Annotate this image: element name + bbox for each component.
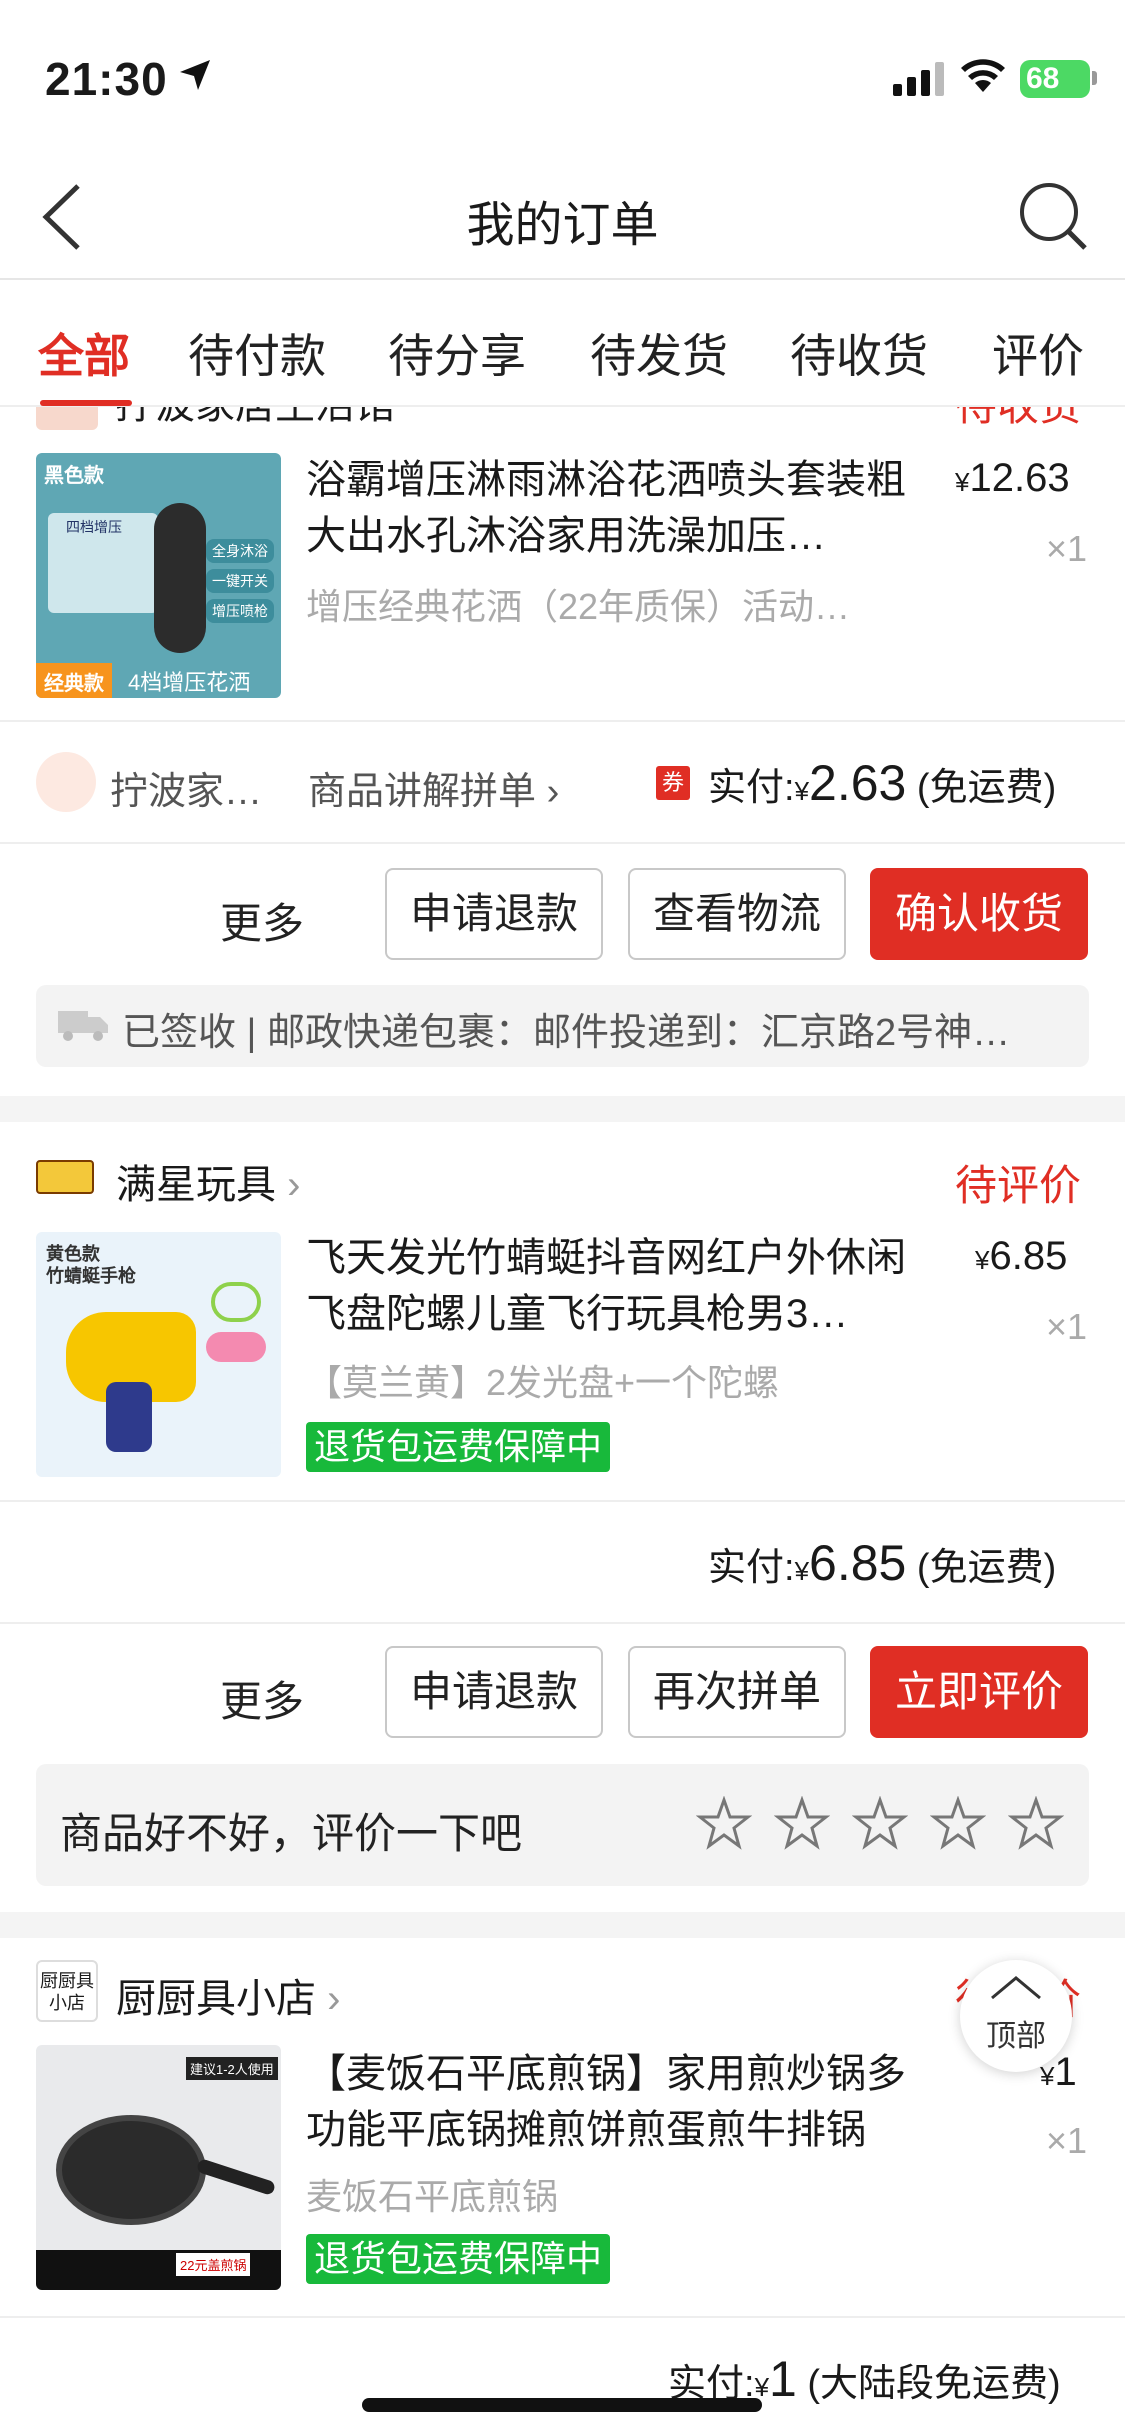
disc-graphic: [206, 1332, 266, 1362]
thumb-tag: 建议1-2人使用: [186, 2057, 278, 2080]
divider: [0, 2316, 1125, 2318]
shop-name[interactable]: 满星玩具 ›: [116, 1152, 300, 1210]
star-icon[interactable]: [1008, 1796, 1064, 1852]
review-prompt-box[interactable]: 商品好不好，评价一下吧: [36, 1764, 1089, 1886]
tab-all[interactable]: 全部: [38, 320, 130, 386]
product-price: ¥6.85: [975, 1234, 1068, 1278]
shop-short-name[interactable]: 拧波家…: [110, 760, 262, 815]
shop-logo[interactable]: 厨厨具小店: [36, 1960, 98, 2022]
order-tabs: 全部 待付款 待分享 待发货 待收货 评价: [0, 282, 1125, 407]
product-quantity: ×1: [1046, 1306, 1088, 1347]
page-title: 我的订单: [466, 199, 659, 252]
star-icon[interactable]: [930, 1796, 986, 1852]
star-icon[interactable]: [696, 1796, 752, 1852]
section-gap: [0, 1912, 1125, 1938]
tab-pending-receipt[interactable]: 待收货: [790, 320, 928, 386]
paid-amount: 实付:¥6.85 (免运费): [708, 1535, 1057, 1591]
thumb-label: 黑色款: [44, 465, 104, 487]
more-button[interactable]: 更多: [220, 1668, 304, 1729]
product-title[interactable]: 【麦饭石平底煎锅】家用煎炒锅多功能平底锅摊煎饼煎蛋煎牛排锅: [306, 2046, 926, 2158]
view-logistics-button[interactable]: 查看物流: [628, 868, 846, 960]
star-icon[interactable]: [852, 1796, 908, 1852]
cellular-signal-icon: [893, 62, 944, 96]
pan-handle: [195, 2157, 277, 2197]
thumb-badge: 22元盖煎锅: [176, 2253, 251, 2276]
refund-button[interactable]: 申请退款: [385, 868, 603, 960]
product-thumbnail[interactable]: 黄色款 竹蜻蜓手枪: [36, 1232, 281, 1477]
product-spec: 【莫兰黄】2发光盘+一个陀螺: [306, 1362, 780, 1403]
tab-review[interactable]: 评价: [992, 320, 1084, 386]
active-tab-indicator: [40, 400, 132, 406]
thumb-subtitle: 竹蜻蜓手枪: [46, 1266, 136, 1286]
section-gap: [0, 1096, 1125, 1122]
product-title[interactable]: 飞天发光竹蜻蜓抖音网红户外休闲飞盘陀螺儿童飞行玩具枪男3…: [306, 1230, 926, 1342]
shop-logo[interactable]: [36, 1160, 94, 1194]
logistics-info[interactable]: 已签收 | 邮政快递包裹：邮件投递到：汇京路2号神…: [36, 985, 1089, 1067]
group-explain-link[interactable]: 商品讲解拼单 ›: [308, 760, 559, 815]
confirm-receipt-button[interactable]: 确认收货: [870, 868, 1088, 960]
back-to-top-button[interactable]: 顶部: [960, 1960, 1072, 2072]
product-thumbnail[interactable]: 建议1-2人使用 22元盖煎锅: [36, 2045, 281, 2290]
pan-graphic: [56, 2115, 206, 2225]
wifi-icon: [961, 59, 1005, 92]
thumb-feature: 全身沐浴: [206, 539, 274, 563]
search-icon[interactable]: [1017, 180, 1089, 252]
coupon-badge: 券: [656, 766, 690, 800]
shop-avatar[interactable]: [36, 752, 96, 812]
logistics-text: 已签收 | 邮政快递包裹：邮件投递到：汇京路2号神…: [122, 1012, 1011, 1054]
refund-button[interactable]: 申请退款: [385, 1646, 603, 1738]
toy-gun-handle: [106, 1382, 152, 1452]
thumb-feature: 四档增压: [66, 519, 122, 535]
order-status: 待评价: [955, 1162, 1082, 1209]
product-price: ¥12.63: [955, 456, 1070, 500]
chevron-up-icon: [991, 1976, 1041, 2000]
product-spec: 麦饭石平底煎锅: [306, 2176, 559, 2217]
thumb-tag: 经典款: [36, 663, 112, 698]
battery-indicator: 68: [1020, 60, 1090, 98]
paid-amount: 实付:¥2.63 (免运费): [708, 755, 1057, 811]
regroup-button[interactable]: 再次拼单: [628, 1646, 846, 1738]
status-time: 21:30: [45, 53, 168, 105]
product-spec: 增压经典花洒（22年质保）活动…: [306, 586, 851, 627]
propeller-graphic: [211, 1282, 261, 1322]
product-quantity: ×1: [1046, 2120, 1088, 2161]
back-to-top-label: 顶部: [986, 2020, 1046, 2053]
thumb-feature: 一键开关: [206, 569, 274, 593]
divider: [0, 720, 1125, 722]
tab-pending-shipment[interactable]: 待发货: [590, 320, 728, 386]
product-title[interactable]: 浴霸增压淋雨淋浴花洒喷头套装粗大出水孔沐浴家用洗澡加压…: [306, 452, 926, 564]
tab-pending-payment[interactable]: 待付款: [188, 320, 326, 386]
navigation-bar: 我的订单: [0, 150, 1125, 280]
location-arrow-icon: [180, 60, 210, 90]
shop-name[interactable]: 厨厨具小店 ›: [116, 1966, 340, 2024]
home-indicator[interactable]: [362, 2398, 762, 2412]
tab-pending-share[interactable]: 待分享: [388, 320, 526, 386]
more-button[interactable]: 更多: [220, 890, 304, 951]
review-now-button[interactable]: 立即评价: [870, 1646, 1088, 1738]
truck-icon: [58, 1011, 108, 1041]
review-prompt: 商品好不好，评价一下吧: [60, 1810, 523, 1857]
status-bar: 21:30 68: [0, 0, 1125, 150]
battery-nub: [1092, 71, 1097, 85]
divider: [0, 1622, 1125, 1624]
shower-head-graphic: [154, 503, 206, 653]
product-quantity: ×1: [1046, 528, 1088, 569]
star-icon[interactable]: [774, 1796, 830, 1852]
thumb-subtitle: 4档增压花洒: [128, 670, 251, 695]
thumb-feature: 增压喷枪: [206, 599, 274, 623]
return-shipping-badge: 退货包运费保障中: [306, 2234, 611, 2284]
divider: [0, 1500, 1125, 1502]
divider: [0, 842, 1125, 844]
return-shipping-badge: 退货包运费保障中: [306, 1422, 611, 1472]
product-thumbnail[interactable]: 黑色款 四档增压 全身沐浴 一键开关 增压喷枪 经典款 4档增压花洒: [36, 453, 281, 698]
